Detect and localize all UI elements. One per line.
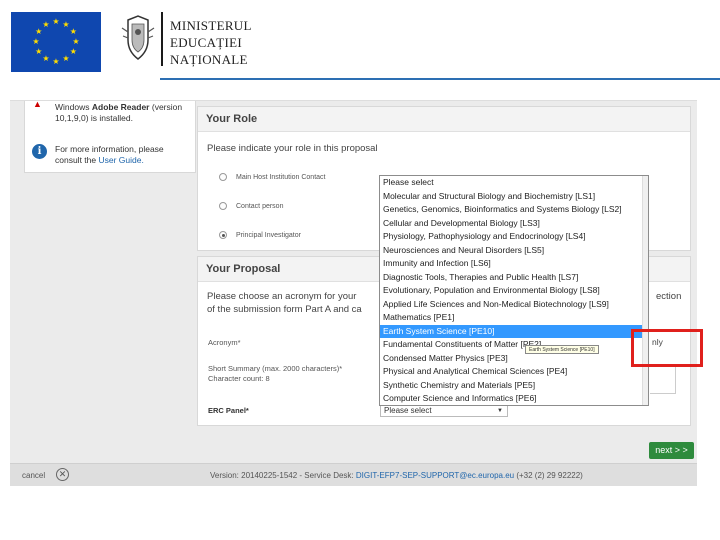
role-prompt: Please indicate your role in this propos… <box>207 143 378 154</box>
erc-panel-select[interactable]: Please select ▼ <box>380 405 508 417</box>
next-button[interactable]: next > > <box>649 442 694 459</box>
chevron-down-icon: ▼ <box>497 408 503 414</box>
ministry-line-2: EDUCAȚIEI <box>170 35 243 50</box>
acronym-label: Acronym* <box>208 338 241 347</box>
dropdown-option[interactable]: Fundamental Constituents of Matter [PE2] <box>380 338 648 352</box>
dropdown-option[interactable]: Mathematics [PE1] <box>380 311 648 325</box>
eu-star-icon: ★ <box>52 57 60 66</box>
eu-star-icon: ★ <box>35 47 43 56</box>
erc-panel-label: ERC Panel* <box>208 406 249 416</box>
application-screenshot: ▲ Windows Adobe Reader (version 10,1,9,0… <box>10 100 697 486</box>
dropdown-option[interactable]: Physical and Analytical Chemical Science… <box>380 365 648 379</box>
help-panel: ▲ Windows Adobe Reader (version 10,1,9,0… <box>24 101 196 173</box>
dropdown-option[interactable]: Computer Science and Informatics [PE6] <box>380 392 648 405</box>
support-email-link[interactable]: DIGIT-EFP7-SEP-SUPPORT@ec.europa.eu <box>356 471 514 480</box>
eu-star-icon: ★ <box>52 17 60 26</box>
proposal-prompt-line1-end: ection <box>656 291 682 302</box>
reader-line1: Windows <box>55 102 90 112</box>
user-guide-note: For more information, please consult the… <box>55 144 190 166</box>
footer-bar: cancel ✕ Version: 20140225-1542 - Servic… <box>10 463 697 486</box>
role-title: Your Role <box>198 107 690 132</box>
ministry-name: MINISTERUL EDUCAȚIEI NAȚIONALE <box>170 17 252 68</box>
eu-star-icon: ★ <box>42 54 50 64</box>
erc-panel-dropdown[interactable]: Please select Molecular and Structural Bi… <box>379 175 649 406</box>
ministry-crest-icon <box>121 15 155 60</box>
header-divider <box>161 12 163 66</box>
cancel-link[interactable]: cancel <box>22 471 45 480</box>
header-rule <box>160 78 720 80</box>
eu-star-icon: ★ <box>69 27 77 36</box>
radio-principal-investigator[interactable] <box>219 231 227 239</box>
dropdown-option[interactable]: Condensed Matter Physics [PE3] <box>380 352 648 366</box>
dropdown-option[interactable]: Diagnostic Tools, Therapies and Public H… <box>380 271 648 285</box>
next-button-highlight <box>631 329 703 367</box>
version-info: Version: 20140225-1542 - Service Desk: D… <box>210 471 583 480</box>
radio-label-principal-investigator: Principal Investigator <box>236 232 301 239</box>
character-count: Character count: 8 <box>208 374 270 383</box>
dropdown-option[interactable]: Immunity and Infection [LS6] <box>380 257 648 271</box>
option-tooltip: Earth System Science [PE10] <box>525 345 599 354</box>
dropdown-option[interactable]: Synthetic Chemistry and Materials [PE5] <box>380 379 648 393</box>
eu-star-icon: ★ <box>69 47 77 56</box>
erc-panel-label-text: ERC Panel* <box>208 406 249 415</box>
dropdown-option[interactable]: Earth System Science [PE10] <box>380 324 648 338</box>
info-icon: i <box>32 144 47 159</box>
version-text: Version: 20140225-1542 - Service Desk: <box>210 471 356 480</box>
radio-contact-person[interactable] <box>219 202 227 210</box>
eu-star-icon: ★ <box>72 37 80 46</box>
adobe-reader-status: Windows Adobe Reader (version 10,1,9,0) … <box>55 102 185 124</box>
dropdown-option[interactable]: Physiology, Pathophysiology and Endocrin… <box>380 230 648 244</box>
cancel-x-icon[interactable]: ✕ <box>56 468 69 481</box>
dropdown-option[interactable]: Molecular and Structural Biology and Bio… <box>380 190 648 204</box>
dropdown-option[interactable]: Please select <box>380 176 648 190</box>
eu-star-icon: ★ <box>42 19 50 29</box>
dropdown-option[interactable]: Applied Life Sciences and Non-Medical Bi… <box>380 298 648 312</box>
dropdown-option[interactable]: Neurosciences and Neural Disorders [LS5] <box>380 244 648 258</box>
eu-star-icon: ★ <box>35 27 43 36</box>
ministry-line-3: NAȚIONALE <box>170 52 248 67</box>
summary-label: Short Summary (max. 2000 characters)* <box>208 364 343 373</box>
dropdown-option[interactable]: Genetics, Genomics, Bioinformatics and S… <box>380 203 648 217</box>
ministry-line-1: MINISTERUL <box>170 18 252 33</box>
pdf-icon: ▲ <box>33 100 42 109</box>
support-phone: (+32 (2) 29 92222) <box>514 471 583 480</box>
eu-star-icon: ★ <box>32 37 40 46</box>
eu-flag-icon: ★ ★ ★ ★ ★ ★ ★ ★ ★ ★ ★ ★ <box>11 12 101 72</box>
proposal-prompt-line1: Please choose an acronym for your <box>207 291 357 302</box>
reader-name: Adobe Reader <box>91 102 150 112</box>
dropdown-option[interactable]: Cellular and Developmental Biology [LS3] <box>380 217 648 231</box>
dropdown-option[interactable]: Evolutionary, Population and Environment… <box>380 284 648 298</box>
dropdown-scrollbar[interactable] <box>642 176 648 405</box>
radio-main-host[interactable] <box>219 173 227 181</box>
summary-textarea[interactable] <box>650 364 676 394</box>
radio-label-contact-person: Contact person <box>236 203 284 210</box>
user-guide-link[interactable]: User Guide. <box>98 155 143 165</box>
erc-panel-value: Please select <box>384 406 432 415</box>
eu-star-icon: ★ <box>62 54 70 64</box>
radio-label-main-host: Main Host Institution Contact <box>236 174 326 181</box>
proposal-prompt-line2: of the submission form Part A and ca <box>207 304 362 315</box>
